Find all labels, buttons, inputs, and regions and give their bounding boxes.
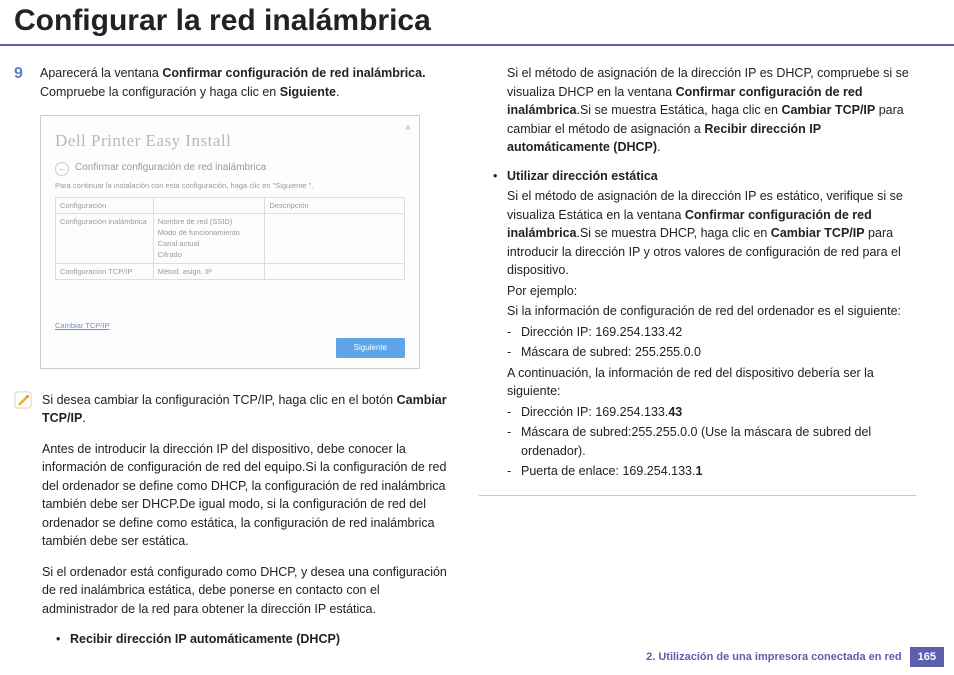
installer-screenshot: × Dell Printer Easy Install ← Confirmar … (40, 115, 420, 369)
note-p1c: . (82, 411, 85, 425)
page-footer: 2. Utilización de una impresora conectad… (646, 647, 944, 667)
dash: - (507, 423, 521, 460)
dash-gw: -Puerta de enlace: 169.254.133.1 (479, 462, 916, 481)
dash-ip2-text: Dirección IP: 169.254.133.43 (521, 403, 916, 422)
c2p1b2: Cambiar TCP/IP (781, 103, 875, 117)
dash-gw-text: Puerta de enlace: 169.254.133.1 (521, 462, 916, 481)
r1c1: Configuración inalámbrica (56, 214, 154, 263)
dash: - (507, 323, 521, 342)
dash-ip2: -Dirección IP: 169.254.133.43 (479, 403, 916, 422)
installer-subtitle: Confirmar configuración de red inalámbri… (75, 161, 266, 176)
d3b: 43 (668, 405, 682, 419)
page-title: Configurar la red inalámbrica (0, 0, 954, 46)
d5b: 1 (695, 464, 702, 478)
footer-page-number: 165 (910, 647, 944, 667)
bullet-static-label: Utilizar dirección estática (507, 169, 658, 183)
c2p2b2: Cambiar TCP/IP (771, 226, 865, 240)
dash-ip1: -Dirección IP: 169.254.133.42 (479, 323, 916, 342)
c2-p5: A continuación, la información de red de… (479, 364, 916, 401)
bullet-dot: • (56, 630, 70, 649)
dash-mask1: -Máscara de subred: 255.255.0.0 (479, 343, 916, 362)
config-table: Configuración Descripción Configuración … (55, 197, 405, 280)
dash-mask1-text: Máscara de subred: 255.255.0.0 (521, 343, 916, 362)
dash-ip1-text: Dirección IP: 169.254.133.42 (521, 323, 916, 342)
period: . (336, 85, 339, 99)
c2p2c: .Si se muestra DHCP, haga clic en (576, 226, 770, 240)
bullet-dot-2: • (493, 167, 507, 186)
step-9: 9 Aparecerá la ventana Confirmar configu… (14, 64, 451, 101)
dash: - (507, 403, 521, 422)
r2c1: Configuracion TCP/IP (56, 263, 154, 279)
r2c2: Métod. asign. IP (153, 263, 265, 279)
note-icon (14, 391, 34, 649)
c2p1e: . (657, 140, 660, 154)
c2-p1: Si el método de asignación de la direcci… (479, 64, 916, 157)
footer-chapter: 2. Utilización de una impresora conectad… (646, 651, 902, 663)
bullet-dhcp: • Recibir dirección IP automáticamente (… (42, 630, 451, 649)
step-text-mid: Compruebe la configuración y haga clic e… (40, 85, 280, 99)
step-bold-1: Confirmar configuración de red inalámbri… (162, 66, 425, 80)
close-icon: × (405, 122, 411, 137)
dash-mask2-text: Máscara de subred:255.255.0.0 (Use la má… (521, 423, 916, 460)
note-p3: Si el ordenador está configurado como DH… (42, 563, 451, 619)
step-body: Aparecerá la ventana Confirmar configura… (40, 64, 451, 101)
r1c2d: Cifrado (158, 249, 261, 260)
dash: - (507, 462, 521, 481)
c2p1c: .Si se muestra Estática, haga clic en (576, 103, 781, 117)
back-icon: ← (55, 162, 69, 176)
step-number: 9 (14, 64, 40, 101)
c2-p4: Si la información de configuración de re… (479, 302, 916, 321)
dash: - (507, 343, 521, 362)
installer-instruction: Para continuar la instalación con esta c… (55, 180, 405, 191)
change-tcpip-link[interactable]: Cambiar TCP/IP (55, 320, 109, 331)
th-empty (153, 198, 265, 214)
bullet-dhcp-label: Recibir dirección IP automáticamente (DH… (70, 632, 340, 646)
r1c3 (265, 214, 405, 263)
note-block: Si desea cambiar la configuración TCP/IP… (14, 391, 451, 649)
note-p2: Antes de introducir la dirección IP del … (42, 440, 451, 551)
step-bold-2: Siguiente (280, 85, 336, 99)
right-column: Si el método de asignación de la direcci… (479, 64, 944, 649)
section-end-rule (479, 495, 916, 496)
th-config: Configuración (56, 198, 154, 214)
c2-p3: Por ejemplo: (479, 282, 916, 301)
bullet-static: • Utilizar dirección estática (479, 167, 916, 186)
installer-brand: Dell Printer Easy Install (55, 128, 405, 153)
note-body: Si desea cambiar la configuración TCP/IP… (42, 391, 451, 649)
left-column: 9 Aparecerá la ventana Confirmar configu… (14, 64, 479, 649)
next-button[interactable]: Siguiente (336, 338, 405, 358)
r1c2c: Canal actual (158, 238, 261, 249)
r2c3 (265, 263, 405, 279)
bullet-body: Recibir dirección IP automáticamente (DH… (70, 630, 451, 649)
r1c2: Nombre de red (SSID) Modo de funcionamie… (153, 214, 265, 263)
content-columns: 9 Aparecerá la ventana Confirmar configu… (0, 46, 954, 649)
r1c2a: Nombre de red (SSID) (158, 216, 261, 227)
note-p1: Si desea cambiar la configuración TCP/IP… (42, 391, 451, 428)
d3a: Dirección IP: 169.254.133. (521, 405, 668, 419)
c2-p2: Si el método de asignación de la direcci… (479, 187, 916, 280)
bullet-static-body: Utilizar dirección estática (507, 167, 916, 186)
d5a: Puerta de enlace: 169.254.133. (521, 464, 695, 478)
th-desc: Descripción (265, 198, 405, 214)
dash-mask2: -Máscara de subred:255.255.0.0 (Use la m… (479, 423, 916, 460)
r1c2b: Modo de funcionamiento (158, 227, 261, 238)
step-text-pre: Aparecerá la ventana (40, 66, 162, 80)
note-p1a: Si desea cambiar la configuración TCP/IP… (42, 393, 397, 407)
